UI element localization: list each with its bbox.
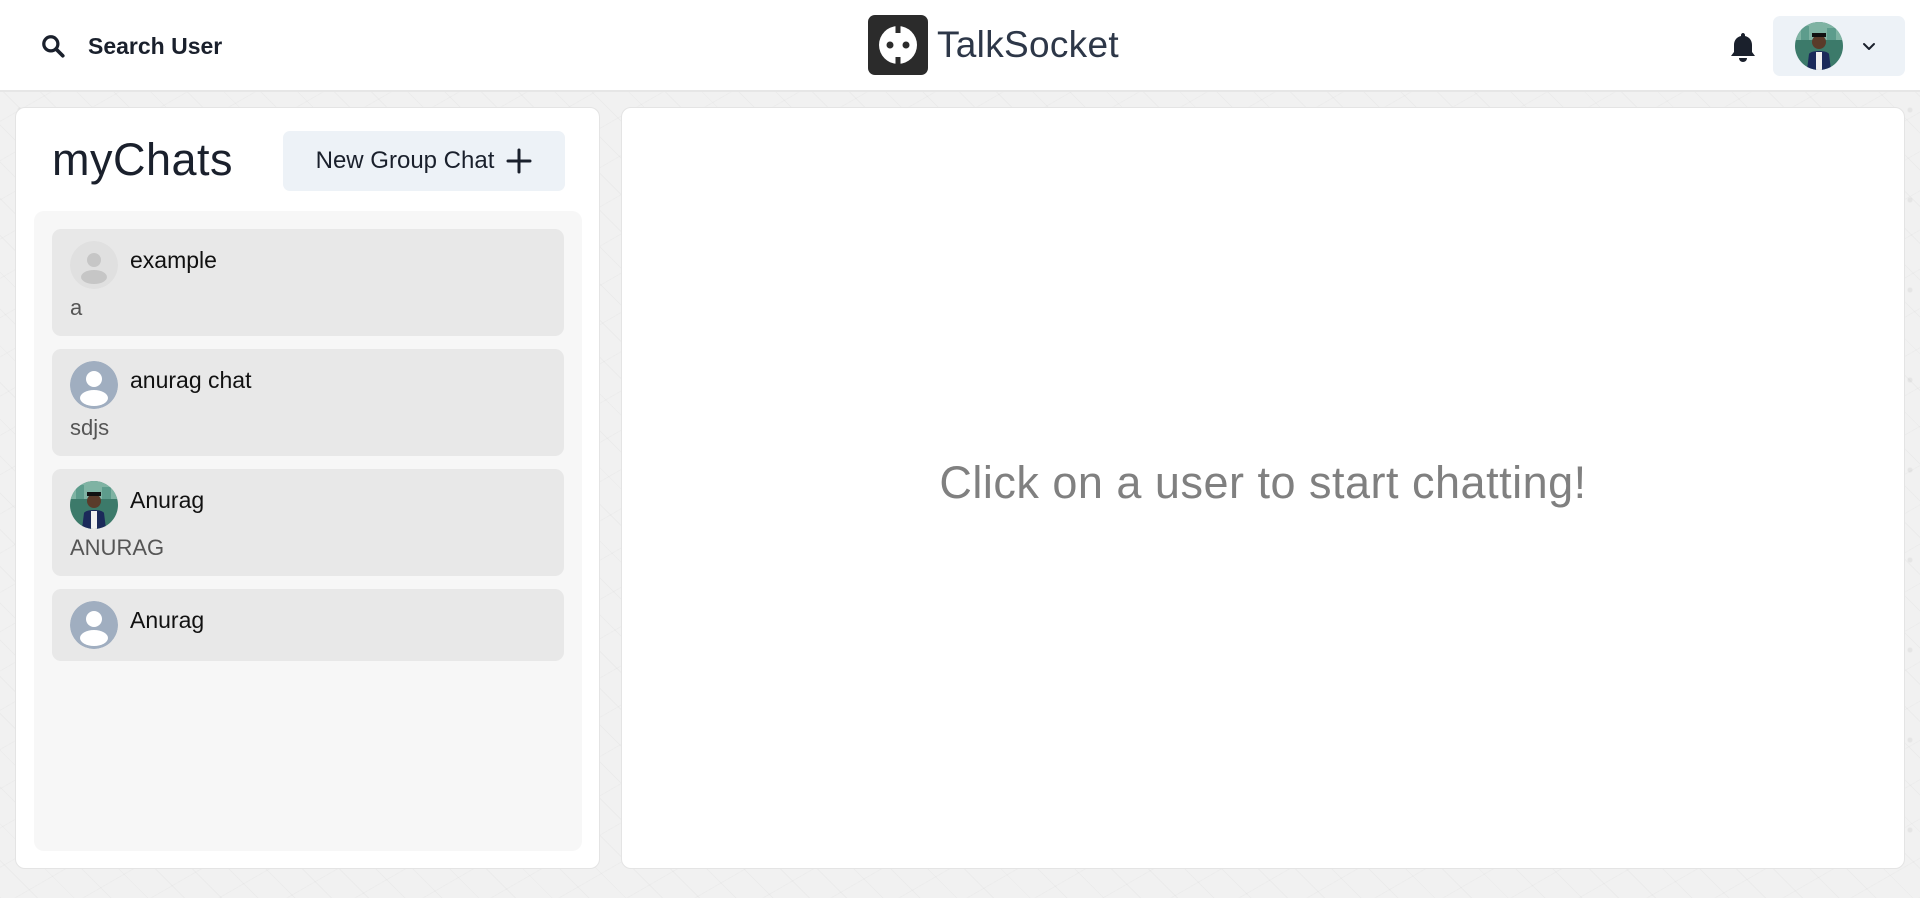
search-user-button[interactable]: Search User xyxy=(26,22,236,70)
socket-logo-icon xyxy=(868,15,928,75)
notifications-button[interactable] xyxy=(1725,27,1761,67)
new-group-chat-button[interactable]: New Group Chat xyxy=(283,131,565,191)
chat-name: anurag chat xyxy=(130,367,252,393)
my-chats-panel: myChats New Group Chat example a anurag … xyxy=(15,107,600,869)
chat-window: Click on a user to start chatting! xyxy=(621,107,1905,869)
default-avatar-icon xyxy=(70,241,118,289)
user-photo-avatar xyxy=(70,481,118,529)
new-group-chat-label: New Group Chat xyxy=(315,147,495,174)
search-user-label: Search User xyxy=(88,32,223,59)
profile-menu-button[interactable] xyxy=(1773,16,1905,76)
chat-list-item[interactable]: example a xyxy=(52,229,564,336)
brand-name: TalkSocket xyxy=(937,24,1119,65)
chat-last-message: a xyxy=(70,295,83,320)
chat-list-item[interactable]: Anurag ANURAG xyxy=(52,469,564,576)
chat-name: Anurag xyxy=(130,607,205,633)
plus-icon xyxy=(506,148,532,174)
chat-name: Anurag xyxy=(130,487,205,513)
chevron-down-icon xyxy=(1863,43,1875,50)
chat-list[interactable]: example a anurag chat sdjs Anurag ANURAG… xyxy=(34,211,582,851)
default-avatar-icon xyxy=(70,361,118,409)
top-bar: Search User TalkSocket xyxy=(0,0,1920,92)
search-icon xyxy=(42,35,65,58)
my-chats-title: myChats xyxy=(52,134,234,185)
chat-list-item[interactable]: Anurag xyxy=(52,589,564,661)
default-avatar-icon xyxy=(70,601,118,649)
bell-icon xyxy=(1731,33,1755,62)
empty-chat-message: Click on a user to start chatting! xyxy=(939,457,1587,508)
chat-last-message: sdjs xyxy=(70,415,110,440)
chat-list-item[interactable]: anurag chat sdjs xyxy=(52,349,564,456)
brand: TalkSocket xyxy=(868,15,1119,75)
profile-avatar xyxy=(1795,22,1843,70)
chat-last-message: ANURAG xyxy=(70,535,165,560)
chat-name: example xyxy=(130,247,217,273)
